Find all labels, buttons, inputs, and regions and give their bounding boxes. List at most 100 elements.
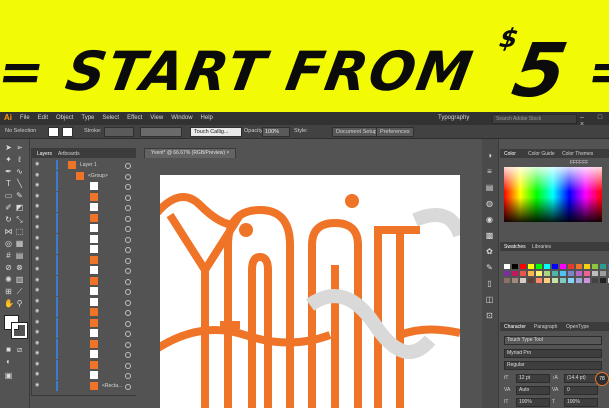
slice-tool-icon[interactable]: ⟋ [15,287,24,296]
color-mode-icon[interactable]: ■ [4,345,13,354]
menu-object[interactable]: Object [56,115,73,121]
swatch-cell[interactable] [560,278,566,283]
eraser-icon[interactable]: ◩ [15,203,24,212]
target-circle-icon[interactable] [125,278,131,285]
tab-libraries[interactable]: Libraries [532,244,551,250]
swatch-cell[interactable] [544,278,550,283]
visibility-eye-icon[interactable]: ◉ [35,382,41,388]
tab-paragraph[interactable]: Paragraph [534,324,557,330]
swatch-cell[interactable] [520,278,526,283]
target-circle-icon[interactable] [125,215,131,222]
target-circle-icon[interactable] [125,194,131,201]
swatch-cell[interactable] [528,264,534,269]
document-tab[interactable]: Yvent* @ 66.67% (RGB/Preview) × [144,148,237,158]
visibility-eye-icon[interactable]: ◉ [35,246,41,251]
layer-row[interactable]: ◉ [32,254,136,265]
brushes-panel-icon[interactable]: ✎ [485,263,494,272]
none-mode-icon[interactable]: ⧄ [15,345,24,354]
blend-tool-icon[interactable]: ⊗ [15,263,24,272]
swatch-cell[interactable] [576,278,582,283]
target-circle-icon[interactable] [125,268,131,274]
selection-tool-icon[interactable]: ➤ [4,143,13,152]
swatch-cell[interactable] [520,264,526,269]
menu-view[interactable]: View [150,115,163,121]
layer-row[interactable]: ◉ [32,317,136,328]
align-panel-icon[interactable]: ▯ [485,279,494,288]
layer-row[interactable]: ◉ [32,370,136,380]
kerning-field[interactable]: Auto [516,386,550,395]
visibility-eye-icon[interactable]: ◉ [35,277,41,283]
visibility-eye-icon[interactable]: ◉ [35,162,41,167]
menu-help[interactable]: Help [201,115,213,121]
tab-color-guide[interactable]: Color Guide [528,151,555,157]
swatch-cell[interactable] [592,264,598,269]
mesh-tool-icon[interactable]: # [4,251,13,260]
visibility-eye-icon[interactable]: ◉ [35,319,41,325]
zoom-tool-icon[interactable]: ⚲ [15,299,24,308]
transparency-panel-icon[interactable]: ◍ [485,199,494,208]
graphic-styles-icon[interactable]: ▩ [485,231,494,240]
gradient-panel-icon[interactable]: ▤ [485,183,494,192]
swatch-cell[interactable] [600,278,606,283]
swatch-cell[interactable] [536,264,542,269]
stroke-panel-icon[interactable]: ≡ [485,167,494,176]
stroke-weight-field[interactable] [104,127,134,137]
swatch-cell[interactable] [584,278,590,283]
target-circle-icon[interactable] [125,163,131,169]
swatch-cell[interactable] [560,264,566,269]
layer-row[interactable]: ◉ [32,286,136,296]
color-panel-icon[interactable]: ◑ [485,151,494,160]
visibility-eye-icon[interactable]: ◉ [35,298,41,304]
layer-row[interactable]: ◉ [32,328,136,338]
visibility-eye-icon[interactable]: ◉ [35,225,41,230]
shape-builder-icon[interactable]: ◎ [4,239,13,248]
target-circle-icon[interactable] [125,226,131,232]
visibility-eye-icon[interactable]: ◉ [35,204,41,209]
swatch-cell[interactable] [592,278,598,283]
pen-tool-icon[interactable]: ✒ [4,167,13,176]
target-circle-icon[interactable] [125,205,131,211]
tab-color[interactable]: Color [504,151,516,157]
curvature-icon[interactable]: ∿ [15,167,24,176]
visibility-eye-icon[interactable]: ◉ [35,193,41,199]
target-circle-icon[interactable] [125,331,131,337]
swatch-cell[interactable] [576,271,582,276]
line-tool-icon[interactable]: ╲ [15,179,24,188]
stroke-swatch[interactable] [62,127,73,137]
perspective-grid-icon[interactable]: ▦ [15,239,24,248]
transform-panel-icon[interactable]: ⊡ [485,311,494,320]
target-circle-icon[interactable] [125,341,131,348]
swatch-cell[interactable] [576,264,582,269]
visibility-eye-icon[interactable]: ◉ [35,372,41,377]
screen-mode-icon[interactable]: ▣ [4,371,13,380]
color-spectrum[interactable] [504,167,602,222]
swatch-cell[interactable] [504,271,510,276]
paintbrush-icon[interactable]: ✎ [15,191,24,200]
swatch-cell[interactable] [584,264,590,269]
layer-row-layer1[interactable]: ◉ Layer 1 [32,160,136,170]
visibility-eye-icon[interactable]: ◉ [35,214,41,220]
swatch-cell[interactable] [552,278,558,283]
magic-wand-icon[interactable]: ✦ [4,155,13,164]
tab-layers[interactable]: Layers [37,151,52,157]
brush-dropdown[interactable]: Touch Callig... [190,127,242,137]
target-circle-icon[interactable] [125,373,131,379]
draw-mode-icon[interactable]: ◐ [4,357,13,366]
tab-artboards[interactable]: Artboards [58,151,80,157]
target-circle-icon[interactable] [125,320,131,327]
layer-row[interactable]: ◉ [32,338,136,349]
visibility-eye-icon[interactable]: ◉ [35,309,41,314]
target-circle-icon[interactable] [125,289,131,295]
symbol-sprayer-icon[interactable]: ✺ [4,275,13,284]
rotate-tool-icon[interactable]: ↻ [4,215,13,224]
visibility-eye-icon[interactable]: ◉ [35,183,41,188]
swatch-cell[interactable] [544,264,550,269]
layer-row[interactable]: ◉ [32,244,136,254]
swatch-cell[interactable] [520,271,526,276]
gradient-tool-icon[interactable]: ▤ [15,251,24,260]
rectangle-tool-icon[interactable]: ▭ [4,191,13,200]
workspace-switcher[interactable]: Typography [438,115,469,121]
layer-row[interactable]: ◉ [32,275,136,286]
close-icon[interactable]: × [226,150,229,156]
direct-selection-icon[interactable]: ➢ [15,143,24,152]
